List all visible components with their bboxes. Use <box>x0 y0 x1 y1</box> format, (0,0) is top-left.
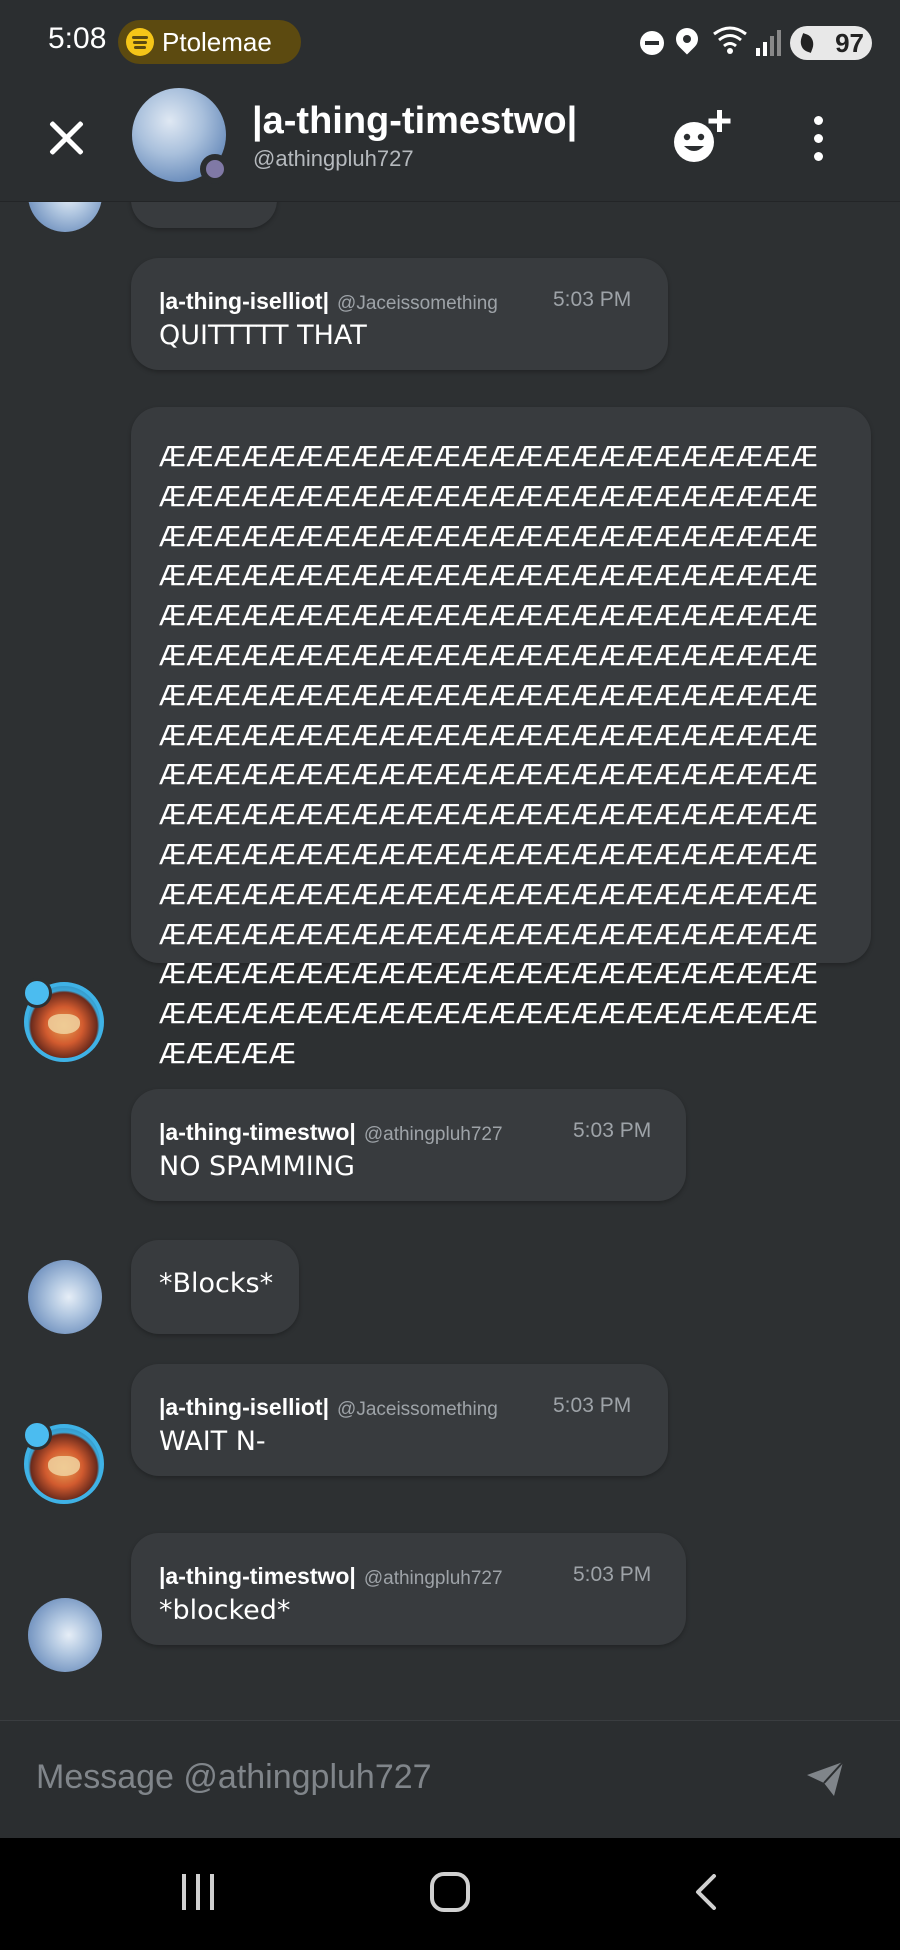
status-icons: 97 <box>600 18 900 68</box>
message-time: 5:03 PM <box>553 288 632 311</box>
header-handle: @athingpluh727 <box>253 146 414 171</box>
message-text: ÆÆÆÆÆÆÆÆÆÆÆÆÆÆÆÆÆÆÆÆÆÆÆÆÆÆÆÆÆÆÆÆÆÆÆÆÆÆÆÆ… <box>159 440 819 1070</box>
message-input[interactable] <box>36 1751 796 1803</box>
status-bar: 5:08 Ptolemae 97 <box>0 0 900 86</box>
message-bubble[interactable]: |a-thing-iselliot| @Jaceissomething 5:03 … <box>131 1364 668 1476</box>
home-icon[interactable] <box>430 1872 470 1912</box>
page-title[interactable]: |a-thing-timestwo| <box>252 100 577 143</box>
message-text: QUITTTTT THAT <box>159 320 367 351</box>
message-author[interactable]: |a-thing-timestwo| <box>159 1563 356 1589</box>
battery-saver-icon <box>797 33 817 53</box>
message-meta: |a-thing-timestwo| @athingpluh727 5:03 PM <box>159 1563 651 1590</box>
message-time: 5:03 PM <box>573 1119 652 1142</box>
message-author[interactable]: |a-thing-timestwo| <box>159 1119 356 1145</box>
message-time: 5:03 PM <box>553 1394 632 1417</box>
avatar[interactable] <box>28 1260 102 1334</box>
message-bubble-partial[interactable] <box>131 202 277 228</box>
avatar[interactable] <box>28 202 102 232</box>
avatar[interactable] <box>22 978 104 1062</box>
location-icon <box>671 23 703 55</box>
message-handle: @athingpluh727 <box>363 1124 503 1145</box>
message-composer <box>0 1720 900 1838</box>
back-icon[interactable] <box>690 1874 726 1910</box>
message-bubble[interactable]: *Blocks* <box>131 1240 299 1334</box>
presence-indicator <box>200 154 230 184</box>
avatar[interactable] <box>22 1420 104 1504</box>
message-meta: |a-thing-iselliot| @Jaceissomething 5:03 … <box>159 1394 631 1421</box>
message-handle: @Jaceissomething <box>337 1399 498 1420</box>
message-handle: @Jaceissomething <box>337 293 498 314</box>
message-author[interactable]: |a-thing-iselliot| <box>159 288 329 314</box>
message-bubble[interactable]: |a-thing-timestwo| @athingpluh727 5:03 PM… <box>131 1089 686 1201</box>
message-bubble[interactable]: |a-thing-iselliot| @Jaceissomething 5:03 … <box>131 258 668 370</box>
send-icon[interactable] <box>806 1761 844 1797</box>
message-text: NO SPAMMING <box>159 1151 355 1182</box>
battery-indicator: 97 <box>790 26 872 60</box>
now-playing-title: Ptolemae <box>162 26 272 57</box>
wifi-icon <box>713 26 747 54</box>
now-playing-pill[interactable]: Ptolemae <box>118 20 301 64</box>
message-meta: |a-thing-timestwo| @athingpluh727 5:03 PM <box>159 1119 651 1146</box>
message-author[interactable]: |a-thing-iselliot| <box>159 1394 329 1420</box>
avatar[interactable] <box>132 88 230 184</box>
do-not-disturb-icon <box>640 31 664 55</box>
message-meta: |a-thing-iselliot| @Jaceissomething 5:03 … <box>159 288 631 315</box>
system-nav-bar <box>0 1838 900 1950</box>
add-friend-icon[interactable] <box>672 110 734 166</box>
close-icon[interactable] <box>44 116 88 160</box>
message-list[interactable]: |a-thing-iselliot| @Jaceissomething 5:03 … <box>0 202 900 1720</box>
recents-icon[interactable] <box>182 1874 218 1910</box>
more-vertical-icon[interactable] <box>810 116 826 162</box>
status-time: 5:08 <box>48 22 107 55</box>
message-time: 5:03 PM <box>573 1563 652 1586</box>
signal-icon <box>756 30 781 56</box>
message-handle: @athingpluh727 <box>363 1568 503 1589</box>
battery-level: 97 <box>835 28 864 58</box>
chat-header: |a-thing-timestwo| @athingpluh727 <box>0 86 900 202</box>
message-bubble[interactable]: |a-thing-timestwo| @athingpluh727 5:03 PM… <box>131 1533 686 1645</box>
spotify-icon <box>126 28 154 56</box>
message-bubble[interactable]: ÆÆÆÆÆÆÆÆÆÆÆÆÆÆÆÆÆÆÆÆÆÆÆÆÆÆÆÆÆÆÆÆÆÆÆÆÆÆÆÆ… <box>131 407 871 1070</box>
message-text: *blocked* <box>159 1595 291 1626</box>
avatar[interactable] <box>28 1598 102 1672</box>
message-text: WAIT N- <box>159 1426 266 1457</box>
message-text: *Blocks* <box>159 1268 274 1299</box>
